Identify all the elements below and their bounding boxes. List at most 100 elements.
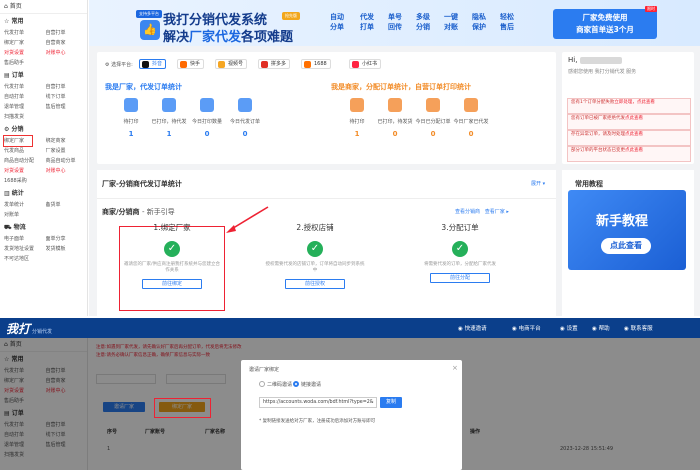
- cta-badge: 限时: [645, 6, 657, 12]
- tutorial-banner[interactable]: [568, 190, 686, 270]
- guide-step: 2.授权店铺 ✓ 授权需要代发的店铺订单，订单将自动同步到系统中 前往授权: [265, 223, 365, 289]
- sidebar-item[interactable]: 商品自动分单: [46, 156, 88, 166]
- invite-link-field[interactable]: https://accounts.woda.com/bdf.html?type=…: [259, 397, 377, 408]
- platform-icon: [180, 61, 187, 68]
- stat-item[interactable]: 待打印 1: [337, 98, 377, 138]
- step-button[interactable]: 前往分配: [430, 273, 490, 283]
- topbar-item[interactable]: ◉ 联系客服: [624, 324, 653, 332]
- sidebar-section-1[interactable]: ▤ 订单: [0, 70, 87, 82]
- stat-item[interactable]: 今日代发订单 0: [225, 98, 265, 138]
- stat-icon: [162, 98, 176, 112]
- sidebar-item[interactable]: 对账中心: [46, 48, 88, 58]
- sidebar-item[interactable]: 对账单: [4, 210, 46, 220]
- sidebar-item[interactable]: 商品自动分配: [4, 156, 46, 166]
- free-use-button[interactable]: 厂家免费使用 商家首单送3个月: [553, 9, 657, 39]
- sidebar-item[interactable]: 电子面单: [4, 234, 46, 244]
- sidebar-section-3[interactable]: ▥ 统计: [0, 188, 87, 200]
- sidebar-item[interactable]: 代发打单: [4, 82, 46, 92]
- platform-tab[interactable]: 视频号: [215, 59, 248, 69]
- platform-icon: [304, 61, 311, 68]
- stat-item[interactable]: 今日打印数量 0: [187, 98, 227, 138]
- stat-icon: [388, 98, 402, 112]
- topbar-item[interactable]: ◉ 电商平台: [512, 324, 541, 332]
- tutorial-heading: 常用教程: [575, 180, 603, 188]
- sidebar-item[interactable]: 不可达地区: [4, 254, 46, 264]
- stat-icon: [464, 98, 478, 112]
- notice-item[interactable]: 您有1个订单分配失败立即处理，点此查看: [567, 98, 691, 114]
- expand-link[interactable]: 展开 ▾: [531, 180, 545, 187]
- stat-icon: [350, 98, 364, 112]
- sidebar-item[interactable]: 厂家设置: [46, 146, 88, 156]
- sidebar-item[interactable]: 发货地址设置: [4, 244, 46, 254]
- sidebar-item[interactable]: 绑定商家: [46, 136, 88, 146]
- guide-title: 商家/分销商 - 新手引导: [102, 208, 175, 216]
- sidebar-item[interactable]: 扫描发货: [4, 112, 46, 122]
- platform-tab[interactable]: 抖音: [139, 59, 167, 69]
- sidebar-item[interactable]: 1688采购: [4, 176, 46, 186]
- radio-icon: [259, 381, 265, 387]
- stat-item[interactable]: 待打印 1: [111, 98, 151, 138]
- topbar-item[interactable]: ◉ 帮助: [592, 324, 610, 332]
- sidebar-item[interactable]: 自营商家: [46, 38, 88, 48]
- link-invite-radio[interactable]: 链接邀请: [293, 381, 321, 388]
- sidebar-item[interactable]: 绑定厂家: [4, 38, 46, 48]
- qrcode-invite-radio[interactable]: 二维码邀请: [259, 381, 292, 388]
- platform-tab[interactable]: 小红书: [349, 59, 382, 69]
- tutorial-title: 新手教程: [596, 214, 649, 229]
- platform-tab[interactable]: 1688: [301, 59, 331, 69]
- sidebar-item[interactable]: 自营打单: [46, 28, 88, 38]
- sidebar-section-0[interactable]: ☆ 常用: [0, 16, 87, 28]
- guide-step: 3.分配订单 ✓ 将需要代发的订单，分配给厂家代发 前往分配: [424, 223, 496, 283]
- close-icon[interactable]: ×: [452, 364, 458, 372]
- stat-item[interactable]: 今日已分配订单 0: [413, 98, 453, 138]
- topbar-item[interactable]: ◉ 设置: [560, 324, 578, 332]
- notice-item[interactable]: 部分订单的平台状态已变更点此查看: [567, 146, 691, 162]
- username-redacted: [580, 57, 622, 64]
- sidebar-item[interactable]: 代发商品: [4, 146, 46, 156]
- sidebar-item[interactable]: 面单分享: [46, 234, 88, 244]
- guide-step: 1.绑定厂家 ✓ 邀请您的厂家/供应商注册我打系统并与您建立合作关系 前往绑定: [123, 223, 220, 289]
- sidebar-item[interactable]: 代发打单: [4, 28, 46, 38]
- sidebar-item[interactable]: 对货设置: [4, 48, 46, 58]
- feature-item: 单号 回传: [388, 13, 402, 31]
- sidebar-home[interactable]: ⌂ 首页: [0, 0, 87, 14]
- guide-links[interactable]: 查看分销商 查看厂家 ▸: [455, 208, 509, 215]
- sidebar-item[interactable]: 自动打单: [4, 92, 46, 102]
- sidebar-item[interactable]: 自营打单: [46, 82, 88, 92]
- sidebar-item[interactable]: 售后助手: [4, 58, 46, 68]
- topbar-item[interactable]: ◉ 快速邀请: [458, 324, 487, 332]
- stat-icon: [238, 98, 252, 112]
- copy-button[interactable]: 复制: [380, 397, 402, 408]
- stat-item[interactable]: 已打印，待代发 1: [149, 98, 189, 138]
- tutorial-view-button[interactable]: 点此查看: [601, 238, 651, 254]
- feature-item: 代发 打单: [360, 13, 374, 31]
- app-logo: 我打: [6, 322, 31, 336]
- stat-item[interactable]: 今日厂家已代发 0: [451, 98, 491, 138]
- truck-icon: ⛟: [4, 224, 14, 231]
- notice-item[interactable]: 存在异常订单，请及时处理点此查看: [567, 130, 691, 146]
- sidebar-item[interactable]: 发单统计: [4, 200, 46, 210]
- divider: [97, 198, 556, 199]
- sidebar-item[interactable]: 售后管理: [46, 102, 88, 112]
- platform-icon: [142, 61, 149, 68]
- sidebar-item[interactable]: 绑定厂家: [3, 135, 33, 147]
- check-icon: ✓: [164, 241, 180, 257]
- thumb-logo-icon: 👍: [140, 20, 160, 40]
- sidebar-item[interactable]: 对账中心: [46, 166, 88, 176]
- platform-tab[interactable]: 快手: [177, 59, 205, 69]
- step-button[interactable]: 前往授权: [285, 279, 345, 289]
- sidebar-section-4[interactable]: ⛟ 物流: [0, 222, 87, 234]
- stat-item[interactable]: 已打印，待发货 0: [375, 98, 415, 138]
- platform-tab[interactable]: 拼多多: [258, 59, 291, 69]
- sidebar-section-2[interactable]: ⚙ 分销: [0, 124, 87, 136]
- notice-item[interactable]: 您有订单已被厂家拒绝代发点此查看: [567, 114, 691, 130]
- sidebar-item[interactable]: 退单管理: [4, 102, 46, 112]
- sidebar-item[interactable]: 发货模板: [46, 244, 88, 254]
- merchant-stats-title: 我是商家，分配订单统计，自营订单打印统计: [331, 83, 471, 91]
- step-button[interactable]: 前往绑定: [142, 279, 202, 289]
- sidebar-item[interactable]: 线下订单: [46, 92, 88, 102]
- stat-icon: [124, 98, 138, 112]
- sidebar-item[interactable]: 备货单: [46, 200, 88, 210]
- user-greeting: Hi,: [568, 56, 578, 64]
- sidebar-item[interactable]: 对货设置: [4, 166, 46, 176]
